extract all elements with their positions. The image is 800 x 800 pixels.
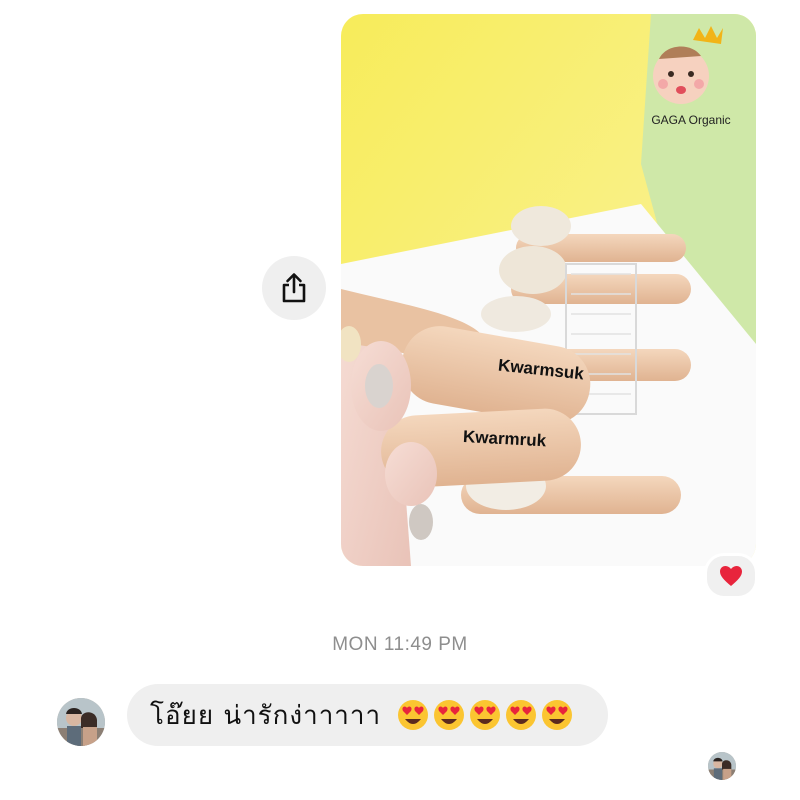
heart-eyes-emoji-icon bbox=[506, 700, 537, 730]
heart-eyes-emoji-icon bbox=[470, 700, 501, 730]
svg-text:GAGA Organic: GAGA Organic bbox=[651, 113, 730, 127]
share-icon bbox=[282, 273, 306, 303]
sender-avatar[interactable] bbox=[57, 698, 105, 746]
shared-photo[interactable]: Kwarmsuk Kwarmruk GAGA Organic bbox=[341, 14, 756, 566]
heart-reaction-badge[interactable] bbox=[704, 553, 758, 599]
share-button[interactable] bbox=[262, 256, 326, 320]
received-message-bubble[interactable]: โอ๊ยย น่ารักง่าาาาา bbox=[127, 684, 608, 746]
emoji-group bbox=[397, 699, 573, 731]
heart-eyes-emoji-icon bbox=[398, 700, 429, 730]
heart-eyes-emoji-icon bbox=[542, 700, 573, 730]
heart-icon bbox=[720, 566, 742, 586]
message-timestamp: MON 11:49 PM bbox=[332, 634, 468, 655]
seen-avatar bbox=[708, 752, 736, 780]
heart-eyes-emoji-icon bbox=[434, 700, 465, 730]
message-text: โอ๊ยย น่ารักง่าาาาา bbox=[150, 700, 382, 731]
